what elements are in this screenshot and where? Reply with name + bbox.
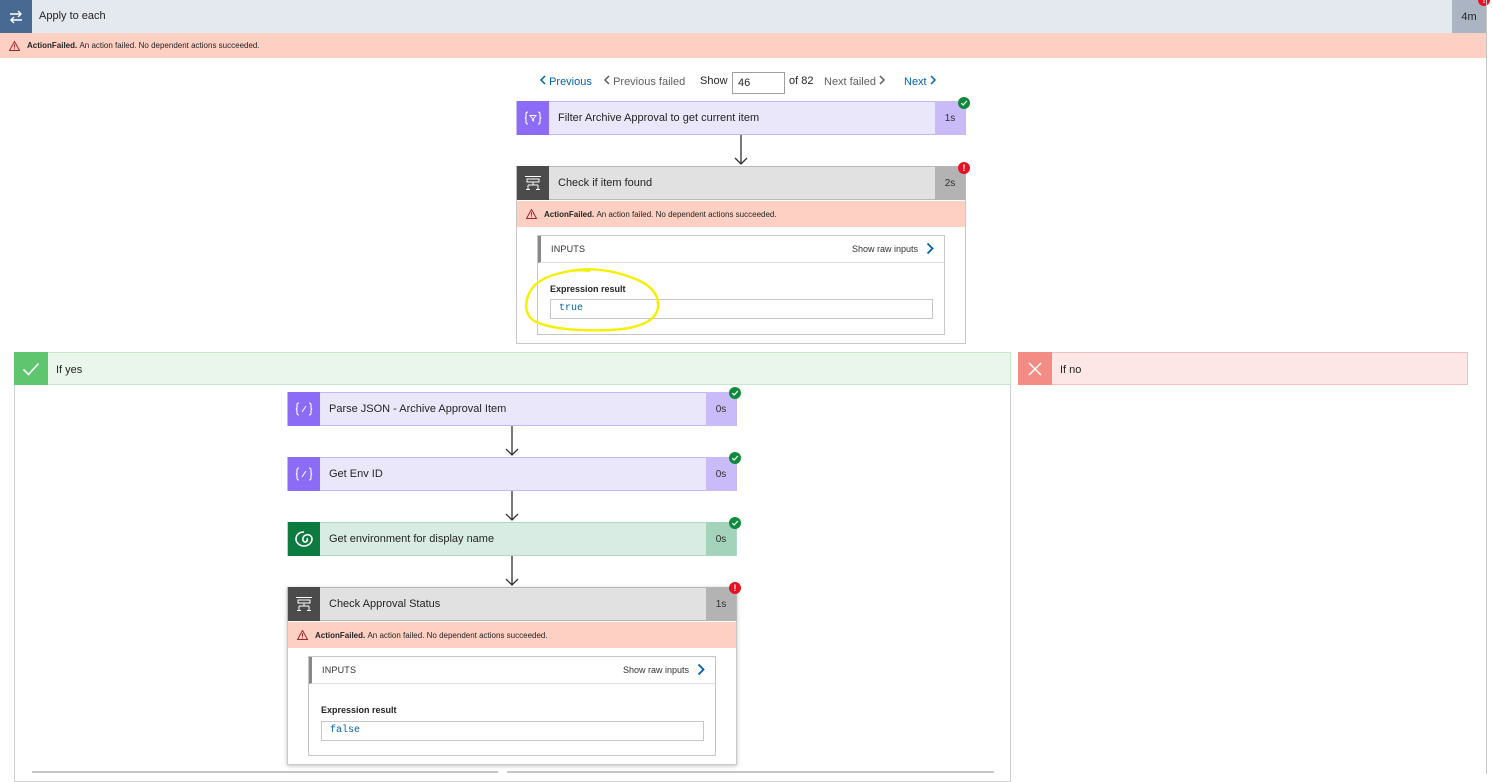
total-count: of 82 xyxy=(789,75,814,87)
get-environment-action[interactable]: Get environment for display name 0s xyxy=(287,522,737,556)
action-failed-banner: ActionFailed. An action failed. No depen… xyxy=(288,622,736,648)
arrow-down-icon xyxy=(734,135,748,165)
action-title: Parse JSON - Archive Approval Item xyxy=(329,403,507,415)
divider xyxy=(1010,385,1011,774)
success-check-icon xyxy=(729,517,741,529)
cross-icon xyxy=(1018,352,1052,385)
chevron-right-icon[interactable] xyxy=(926,242,934,255)
apply-to-each-header[interactable] xyxy=(0,0,1486,33)
curly-braces-icon xyxy=(288,392,320,426)
divider xyxy=(1486,58,1487,774)
action-title: Get Env ID xyxy=(329,468,383,480)
error-message: An action failed. No dependent actions s… xyxy=(79,41,260,50)
chevron-left-icon xyxy=(603,75,610,85)
next-failed-label: Next failed xyxy=(824,76,876,88)
dataverse-icon xyxy=(288,522,320,556)
previous-button[interactable]: Previous xyxy=(539,75,592,88)
chevron-right-icon[interactable] xyxy=(697,663,705,676)
if-yes-label: If yes xyxy=(56,364,83,376)
arrow-down-icon xyxy=(505,491,519,521)
previous-failed-label: Previous failed xyxy=(613,76,686,88)
error-code: ActionFailed. xyxy=(315,630,366,640)
expression-result-label: Expression result xyxy=(321,705,397,715)
action-failed-banner: ActionFailed. An action failed. No depen… xyxy=(517,201,965,227)
previous-failed-button[interactable]: Previous failed xyxy=(603,75,685,88)
if-yes-header[interactable] xyxy=(14,352,1011,385)
condition-icon xyxy=(288,587,320,621)
run-index-input[interactable] xyxy=(732,72,785,94)
next-failed-button[interactable]: Next failed xyxy=(824,75,886,88)
warning-icon xyxy=(9,40,20,51)
inputs-label: INPUTS xyxy=(322,665,357,675)
action-title: Filter Archive Approval to get current i… xyxy=(558,112,760,124)
error-message: An action failed. No dependent actions s… xyxy=(367,630,548,640)
arrow-down-icon xyxy=(505,556,519,586)
nested-branch-edge xyxy=(507,771,994,773)
failed-status-icon: ! xyxy=(729,582,741,594)
annotation-highlight-circle xyxy=(525,268,660,332)
action-title: Check if item found xyxy=(558,177,653,189)
arrow-down-icon xyxy=(505,426,519,456)
divider xyxy=(1486,0,1487,58)
success-check-icon xyxy=(958,97,970,109)
apply-to-each-title: Apply to each xyxy=(39,10,106,22)
inputs-label: INPUTS xyxy=(551,244,586,254)
chevron-right-icon xyxy=(879,75,886,85)
next-button[interactable]: Next xyxy=(904,75,937,88)
inputs-header: INPUTS Show raw inputs xyxy=(538,236,944,263)
if-no-label: If no xyxy=(1060,364,1082,376)
if-no-header[interactable] xyxy=(1018,352,1468,385)
condition-icon xyxy=(517,166,549,200)
check-if-item-found-action[interactable]: Check if item found 2s xyxy=(516,166,966,200)
success-check-icon xyxy=(729,387,741,399)
chevron-left-icon xyxy=(539,75,546,85)
action-title: Get environment for display name xyxy=(329,533,495,545)
error-code: ActionFailed. xyxy=(544,209,595,219)
expression-result-value: false xyxy=(321,721,704,741)
filter-archive-approval-action[interactable]: Filter Archive Approval to get current i… xyxy=(516,101,966,135)
curly-braces-icon xyxy=(288,457,320,491)
error-message: An action failed. No dependent actions s… xyxy=(596,209,777,219)
inputs-header: INPUTS Show raw inputs xyxy=(309,657,715,684)
action-title: Check Approval Status xyxy=(329,598,441,610)
curly-braces-icon xyxy=(517,101,549,135)
previous-label: Previous xyxy=(549,76,592,88)
show-label: Show xyxy=(700,75,728,87)
chevron-right-icon xyxy=(930,75,936,85)
show-raw-inputs-link[interactable]: Show raw inputs xyxy=(623,665,689,675)
inputs-section: INPUTS Show raw inputs Expression result… xyxy=(308,656,716,756)
check-approval-status-action[interactable]: Check Approval Status 1s xyxy=(287,587,737,621)
loop-icon xyxy=(0,0,32,33)
next-label: Next xyxy=(904,76,927,88)
nested-branch-edge xyxy=(32,771,498,773)
warning-icon xyxy=(297,630,308,640)
success-check-icon xyxy=(729,452,741,464)
pagination: Previous Previous failed Show of 82 Next… xyxy=(0,72,1486,94)
action-failed-banner: ActionFailed. An action failed. No depen… xyxy=(0,33,1486,58)
parse-json-action[interactable]: Parse JSON - Archive Approval Item 0s xyxy=(287,392,737,426)
get-env-id-action[interactable]: Get Env ID 0s xyxy=(287,457,737,491)
error-code: ActionFailed. xyxy=(27,41,78,50)
show-raw-inputs-link[interactable]: Show raw inputs xyxy=(852,244,918,254)
failed-status-icon: ! xyxy=(958,162,970,174)
checkmark-icon xyxy=(14,352,48,385)
warning-icon xyxy=(526,209,537,219)
